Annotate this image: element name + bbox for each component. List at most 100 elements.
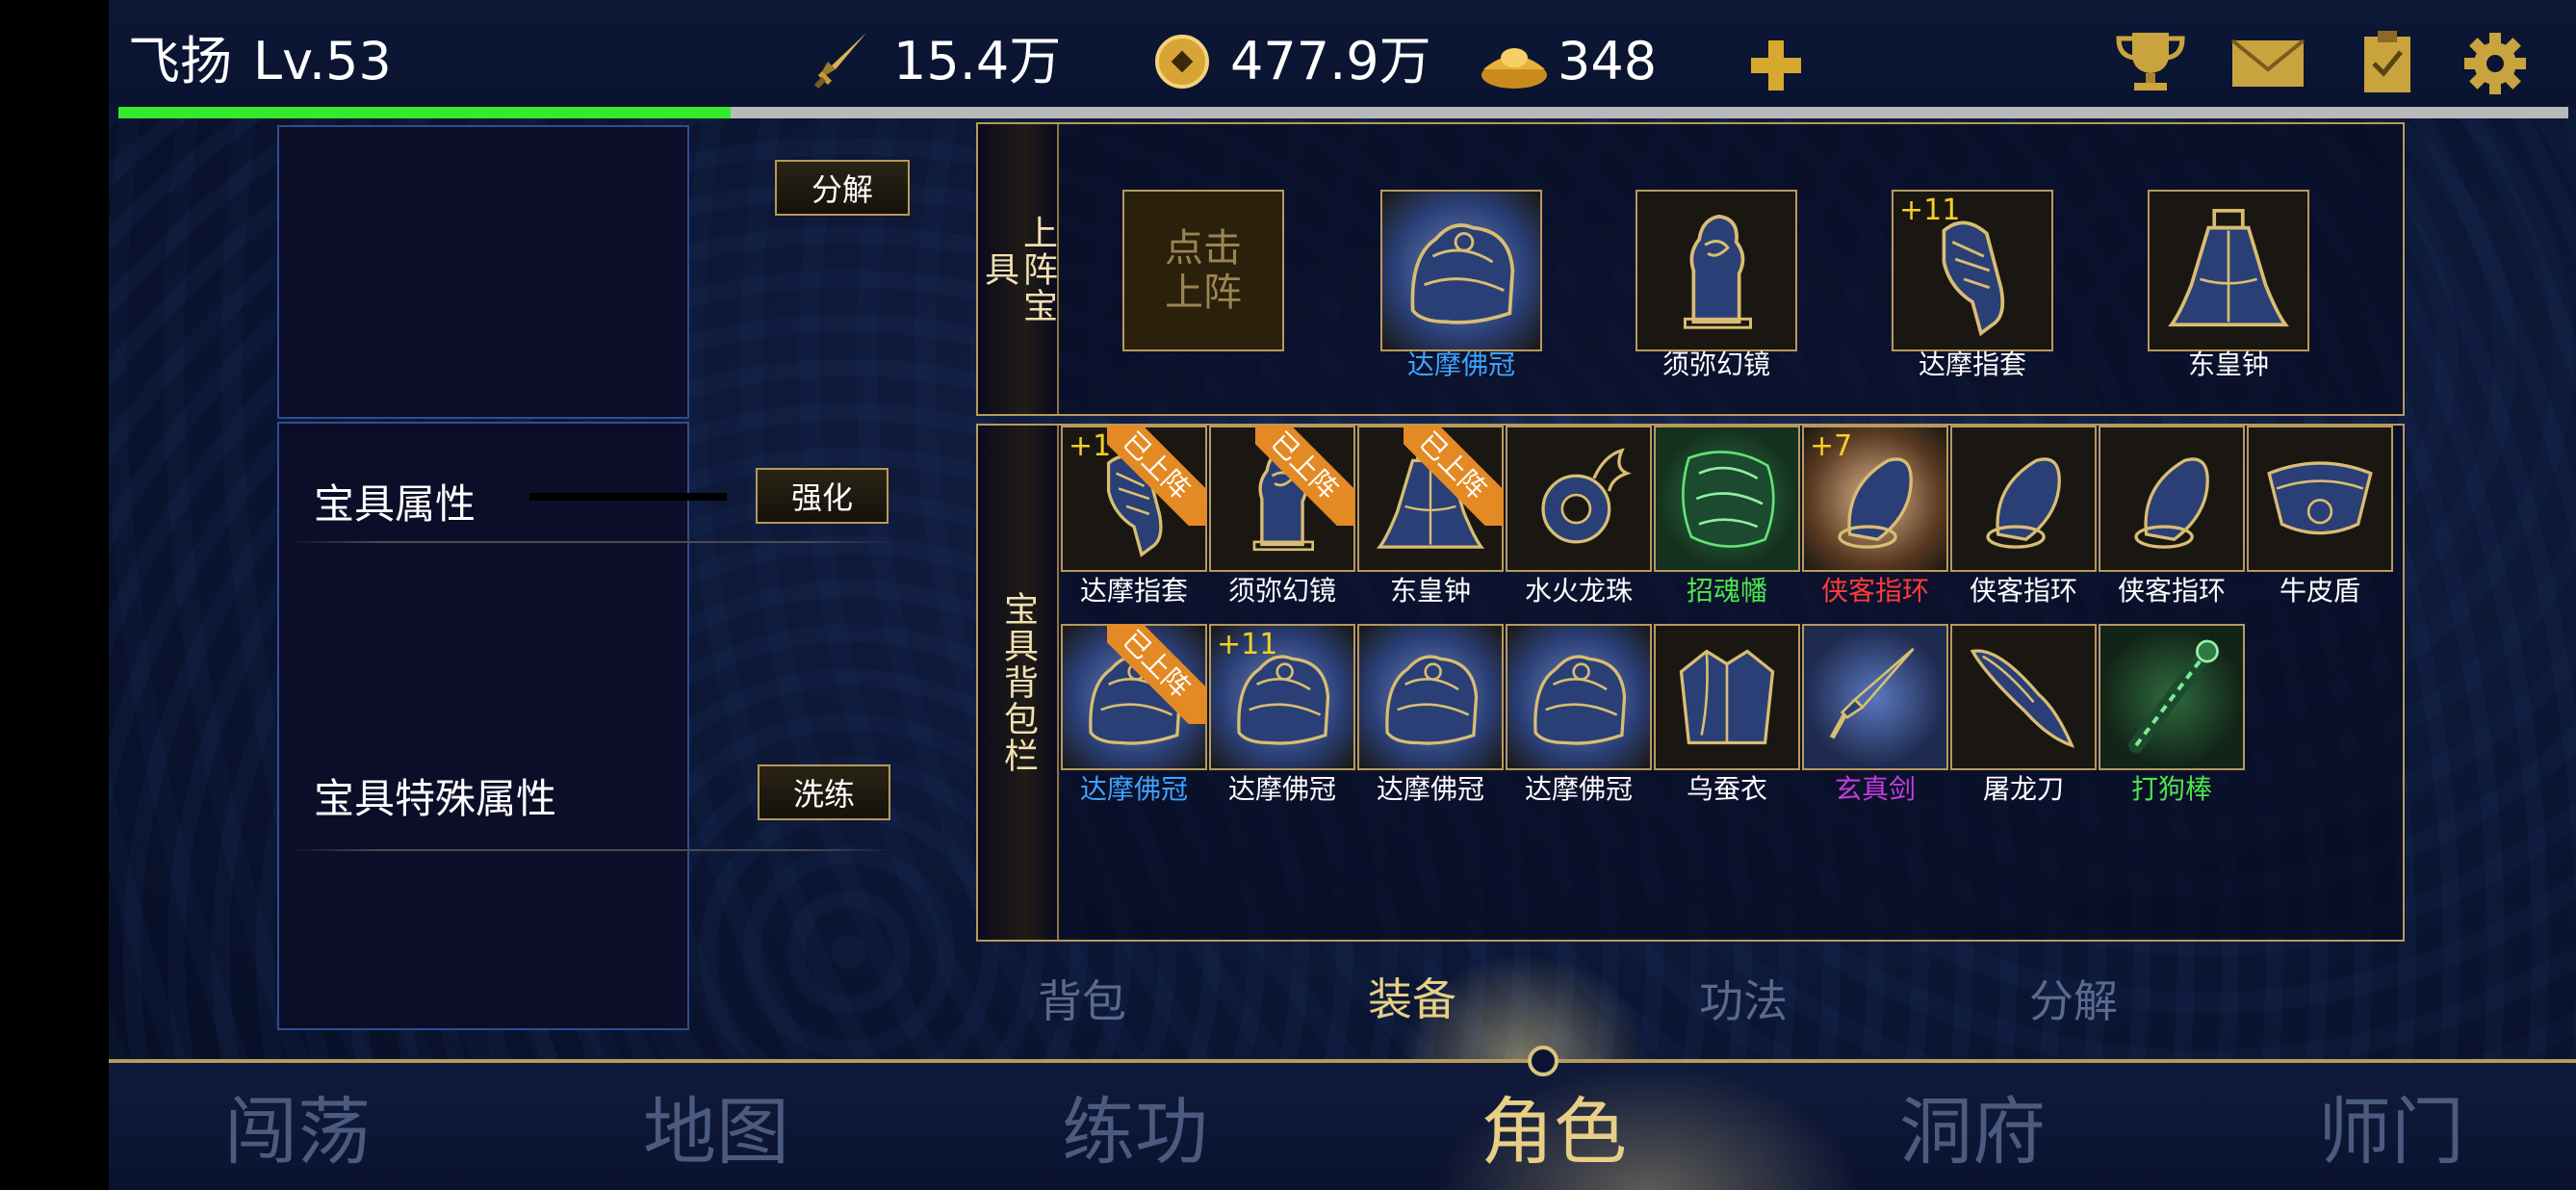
shield-icon xyxy=(2256,435,2383,562)
attribute-bar xyxy=(529,493,727,501)
equipped-section-title: 上阵宝具 xyxy=(979,214,1057,324)
treasure-attributes-panel: 宝具属性 强化 宝具特殊属性 洗练 xyxy=(277,422,895,1030)
quest-clipboard-icon[interactable] xyxy=(2357,29,2418,96)
ring-icon xyxy=(2108,435,2235,562)
bag-slot[interactable] xyxy=(2099,426,2245,572)
equipped-ribbon: 已上阵 xyxy=(1107,624,1207,724)
tab-bag[interactable]: 背包 xyxy=(1038,967,1126,1030)
refine-button[interactable]: 洗练 xyxy=(758,764,890,820)
buddha-crown-icon xyxy=(1515,634,1642,761)
equipped-tag: 已上阵 xyxy=(1255,426,1355,526)
experience-bar xyxy=(118,107,2568,118)
nav-adventure[interactable]: 闯荡 xyxy=(224,1073,371,1178)
enhancement-level: +11 xyxy=(1899,194,1961,227)
equip-slot[interactable] xyxy=(1636,190,1797,351)
equipped-ribbon: 已上阵 xyxy=(1255,426,1355,526)
game-screen: 飞扬 Lv.53 15.4万 477.9万 348 分解 宝具属性 强化 宝具特… xyxy=(109,0,2576,1190)
bag-slot[interactable] xyxy=(2247,426,2393,572)
decompose-button[interactable]: 分解 xyxy=(775,160,910,216)
equip-slot[interactable] xyxy=(1380,190,1542,351)
plus-icon[interactable] xyxy=(1745,35,1807,96)
tab-equipment[interactable]: 装备 xyxy=(1368,965,1456,1028)
strengthen-button[interactable]: 强化 xyxy=(756,468,889,524)
bag-slot[interactable] xyxy=(1950,426,2097,572)
equipped-treasures-panel: 上阵宝具 点击上阵 达摩佛冠 须弥幻镜 +11 达摩指套 东皇钟 xyxy=(976,122,2405,416)
equipped-tag: 已上阵 xyxy=(1107,426,1207,526)
tab-skills[interactable]: 功法 xyxy=(1699,967,1788,1030)
staff-icon xyxy=(2108,634,2235,761)
bag-slot[interactable]: 已上阵 xyxy=(1357,426,1504,572)
enhancement-level: +1 xyxy=(1069,429,1112,463)
dragon-blade-icon xyxy=(1960,634,2087,761)
settings-gear-icon[interactable] xyxy=(2460,29,2530,98)
nav-training[interactable]: 练功 xyxy=(1062,1073,1208,1178)
bell-icon xyxy=(2157,199,2300,342)
bag-slot[interactable] xyxy=(1357,624,1504,770)
experience-fill xyxy=(118,107,732,118)
bag-slot[interactable] xyxy=(2099,624,2245,770)
coin-icon xyxy=(1151,31,1213,92)
equip-item-name: 达摩佛冠 xyxy=(1406,349,1515,380)
equip-slot[interactable]: +11 xyxy=(1892,190,2053,351)
dragon-pearl-icon xyxy=(1515,435,1642,562)
bag-slot[interactable]: 已上阵 +1 xyxy=(1061,426,1207,572)
nav-map[interactable]: 地图 xyxy=(643,1073,789,1178)
mirror-stone-icon xyxy=(1645,199,1788,342)
equip-item-name: 须弥幻镜 xyxy=(1662,349,1770,380)
treasure-preview-panel: 分解 xyxy=(277,125,910,419)
soul-banner-icon xyxy=(1663,435,1790,562)
ring-icon xyxy=(1960,435,2087,562)
equipped-section-label: 上阵宝具 xyxy=(978,124,1059,414)
bag-item-name: 牛皮盾 xyxy=(2279,575,2360,607)
sub-tabs: 背包 装备 功法 分解 xyxy=(109,953,2576,1059)
bag-slot[interactable] xyxy=(1950,624,2097,770)
sword-icon xyxy=(1812,634,1939,761)
treasure-attributes-title: 宝具属性 xyxy=(314,480,477,528)
empty-slot-hint: 点击上阵 xyxy=(1165,226,1242,315)
ingot-icon xyxy=(1476,33,1553,94)
combat-power-value: 15.4万 xyxy=(893,31,1062,91)
bag-slot[interactable] xyxy=(1802,624,1948,770)
bag-section-label: 宝具背包栏 xyxy=(978,426,1059,940)
tab-decompose[interactable]: 分解 xyxy=(2029,967,2118,1030)
buddha-crown-icon xyxy=(1390,199,1533,342)
bag-slot[interactable]: 已上阵 xyxy=(1061,624,1207,770)
equip-item-name: 东皇钟 xyxy=(2187,349,2269,380)
equipped-ribbon: 已上阵 xyxy=(1107,426,1207,526)
bag-section-title: 宝具背包栏 xyxy=(998,591,1038,774)
bag-slot[interactable]: 已上阵 xyxy=(1209,426,1355,572)
divider xyxy=(289,849,895,851)
bag-slot[interactable] xyxy=(1506,426,1652,572)
ingot-value: 348 xyxy=(1558,31,1658,91)
empty-equip-slot[interactable]: 点击上阵 xyxy=(1122,190,1284,351)
enhancement-level: +7 xyxy=(1810,429,1853,463)
enhancement-level: +11 xyxy=(1217,628,1278,661)
special-attributes-title: 宝具特殊属性 xyxy=(314,775,557,822)
equip-item-name: 达摩指套 xyxy=(1918,349,2026,380)
bag-slot[interactable] xyxy=(1654,426,1800,572)
bag-slot[interactable] xyxy=(1506,624,1652,770)
bag-slot[interactable]: +11 xyxy=(1209,624,1355,770)
equip-slot[interactable] xyxy=(2148,190,2309,351)
equipped-ribbon: 已上阵 xyxy=(1404,426,1504,526)
player-level: Lv.53 xyxy=(253,31,392,91)
buddha-crown-icon xyxy=(1367,634,1494,761)
divider xyxy=(289,541,895,543)
treasure-bag-panel: 宝具背包栏 已上阵 +1 达摩指套 已上阵 须弥幻镜 已上阵 东皇钟 水火龙珠 招魂幡 +7 侠客指… xyxy=(976,424,2405,942)
trophy-icon[interactable] xyxy=(2111,27,2190,96)
nav-sect[interactable]: 师门 xyxy=(2318,1073,2464,1178)
bottom-navigation: 闯荡 地图 练功 角色 洞府 师门 xyxy=(109,1046,2576,1190)
equipped-tag: 已上阵 xyxy=(1404,426,1504,526)
silk-robe-icon xyxy=(1663,634,1790,761)
equipped-tag: 已上阵 xyxy=(1107,624,1207,724)
sword-icon xyxy=(807,27,876,96)
nav-character[interactable]: 角色 xyxy=(1481,1073,1627,1178)
bag-item-name: 打狗棒 xyxy=(2130,773,2212,805)
nav-cave[interactable]: 洞府 xyxy=(1899,1073,2046,1178)
coin-value: 477.9万 xyxy=(1230,31,1431,91)
bag-slot[interactable] xyxy=(1654,624,1800,770)
mail-icon[interactable] xyxy=(2228,35,2307,92)
bag-slot[interactable]: +7 xyxy=(1802,426,1948,572)
player-name: 飞扬 xyxy=(128,31,232,91)
top-status-bar: 飞扬 Lv.53 15.4万 477.9万 348 xyxy=(109,0,2576,108)
